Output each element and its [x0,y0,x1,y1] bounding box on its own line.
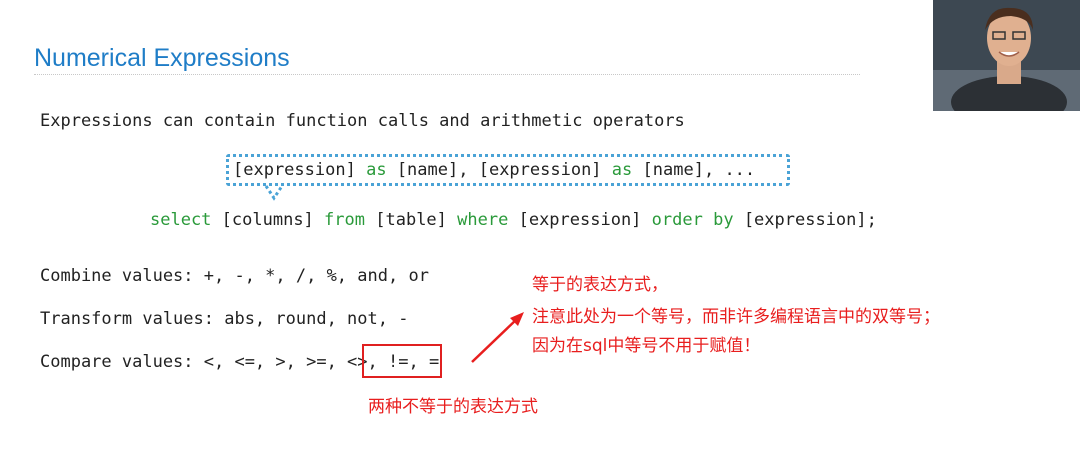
annotation-equal-line-1: 等于的表达方式， [532,275,668,295]
select-columns: [columns] [221,210,314,230]
intro-text: Expressions can contain function calls a… [40,111,685,131]
slide: Numerical Expressions Expressions can co… [0,0,1080,449]
transform-values-line: Transform values: abs, round, not, - [40,309,409,329]
callout-ellipsis: ... [724,160,756,180]
annotation-not-equal: 两种不等于的表达方式 [368,397,538,417]
title-divider [34,74,860,75]
kw-select: select [150,210,212,230]
kw-from: from [324,210,365,230]
callout-expression-2: [expression] [478,160,602,180]
select-statement: select [columns] from [table] where [exp… [150,210,877,230]
select-table: [table] [375,210,447,230]
select-where-expression: [expression] [518,210,642,230]
slide-title: Numerical Expressions [34,44,290,72]
annotation-arrow [471,312,524,363]
kw-where: where [457,210,509,230]
callout-line: [expression] as [name], [expression] as … [233,160,755,180]
kw-order-by: order by [651,210,734,230]
select-order-expression: [expression]; [743,210,877,230]
presenter-silhouette-icon [933,0,1080,111]
combine-values-line: Combine values: +, -, *, /, %, and, or [40,266,429,286]
callout-name-1: [name], [396,160,469,180]
not-equal-highlight-box [362,344,442,378]
callout-expression-1: [expression] [233,160,356,180]
callout-pointer [264,185,284,201]
annotation-equal-line-3: 因为在sql中等号不用于赋值！ [532,336,761,356]
callout-name-2: [name], [642,160,715,180]
compare-prefix: Compare values: <, <=, >, >=, [40,352,348,372]
callout-as-1: as [366,160,387,180]
presenter-webcam [933,0,1080,111]
annotation-equal-line-2: 注意此处为一个等号，而非许多编程语言中的双等号； [532,307,940,327]
callout-as-2: as [611,160,633,180]
